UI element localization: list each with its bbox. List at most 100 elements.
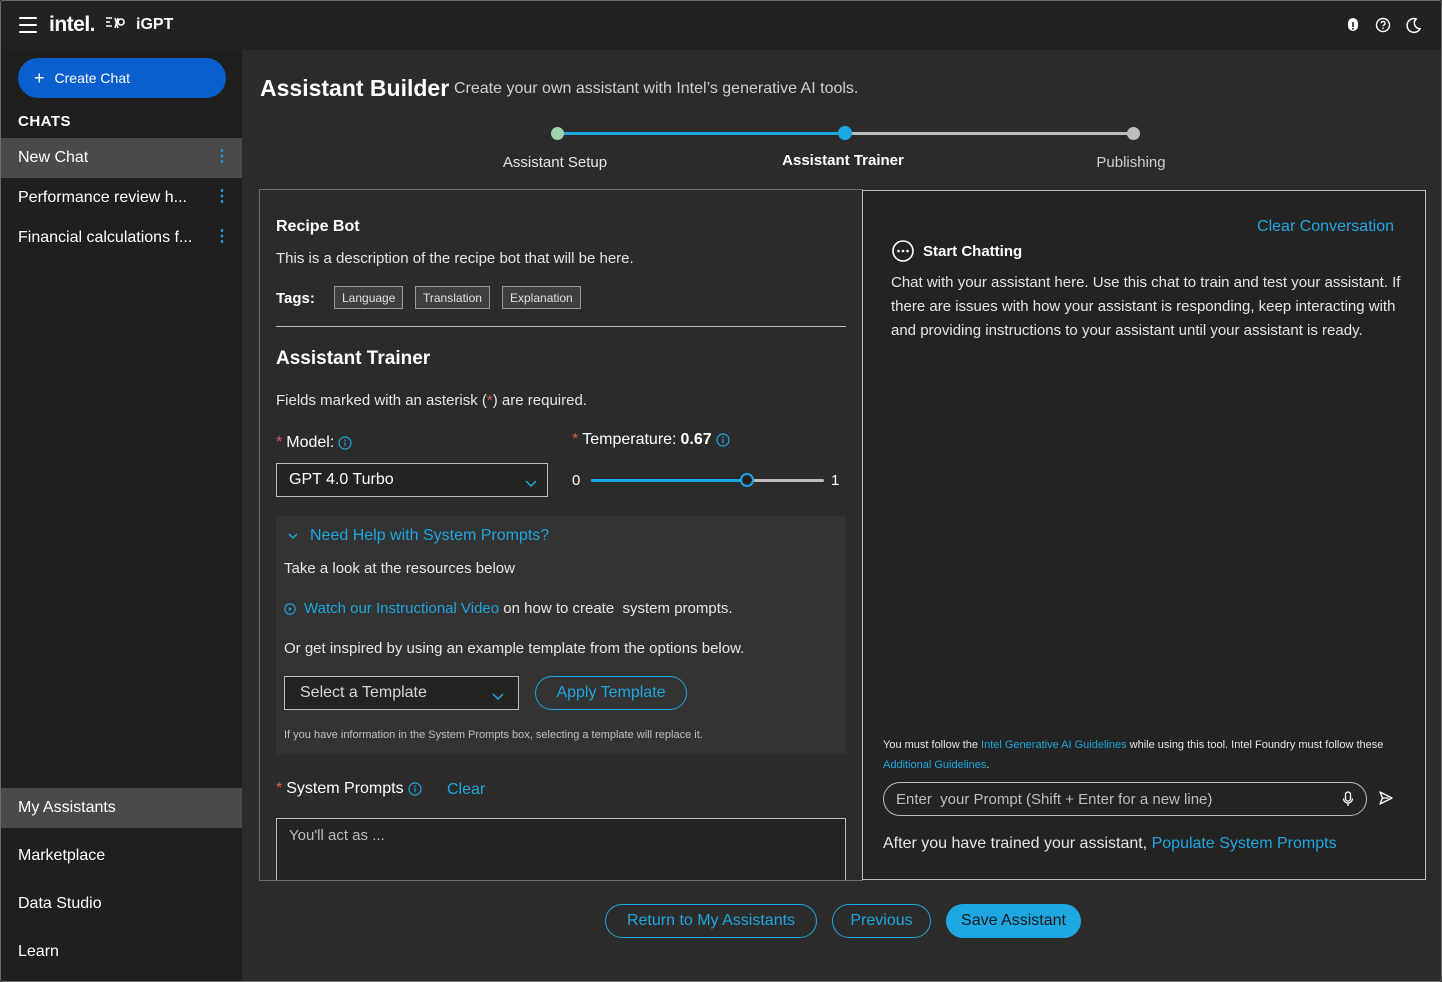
start-chatting-label: Start Chatting (923, 242, 1023, 260)
create-chat-label: Create Chat (54, 70, 130, 86)
guidelines-note: You must follow the Intel Generative AI … (883, 735, 1403, 775)
gen-ai-mark-icon (104, 16, 126, 33)
chat-panel: Clear Conversation Start Chatting Chat w… (862, 190, 1426, 880)
tag-translation: Translation (415, 286, 490, 309)
product-name: iGPT (136, 16, 174, 33)
step-label-setup[interactable]: Assistant Setup (455, 154, 655, 171)
info-icon[interactable] (716, 433, 730, 447)
chat-item-new-chat[interactable]: New Chat ⋮ (1, 138, 242, 178)
prompt-placeholder: Enter your Prompt (Shift + Enter for a n… (896, 790, 1213, 808)
step-dot-upcoming (1127, 127, 1140, 140)
ai-guidelines-link[interactable]: Intel Generative AI Guidelines (981, 739, 1127, 751)
temperature-value: 0.67 (680, 431, 712, 448)
chats-heading: CHATS (18, 113, 72, 130)
plus-icon: + (34, 68, 45, 88)
guidelines-prefix: You must follow the (883, 739, 982, 751)
chat-item-financial-calculations[interactable]: Financial calculations f... ⋮ (1, 218, 242, 258)
temperature-slider[interactable] (591, 473, 824, 487)
dark-mode-icon[interactable] (1403, 15, 1423, 35)
create-chat-button[interactable]: + Create Chat (18, 58, 226, 98)
bot-description: This is a description of the recipe bot … (276, 250, 634, 267)
template-select[interactable]: Select a Template (284, 676, 519, 710)
system-prompts-textarea[interactable]: You'll act as ... (276, 818, 846, 880)
help-toggle[interactable]: Need Help with System Prompts? (288, 527, 549, 545)
send-icon[interactable] (1378, 790, 1394, 811)
microphone-icon[interactable] (1342, 791, 1354, 811)
slider-fill (591, 479, 748, 482)
chevron-down-icon (525, 475, 537, 493)
stepper-line-upcoming (849, 132, 1129, 135)
nav-learn[interactable]: Learn (1, 932, 242, 972)
slider-max: 1 (831, 472, 840, 489)
more-options-icon[interactable]: ⋮ (214, 149, 230, 165)
return-to-my-assistants-button[interactable]: Return to My Assistants (605, 904, 817, 938)
step-dot-current (838, 126, 852, 140)
step-dot-complete (551, 127, 564, 140)
more-options-icon[interactable]: ⋮ (214, 229, 230, 245)
top-bar: intel. iGPT (1, 1, 1441, 50)
required-asterisk: * (276, 434, 283, 451)
play-circle-icon (284, 602, 296, 615)
chat-description: Chat with your assistant here. Use this … (891, 274, 1401, 339)
help-intro: Take a look at the resources below (284, 560, 515, 577)
nav-data-studio[interactable]: Data Studio (1, 884, 242, 924)
slider-thumb[interactable] (740, 473, 755, 487)
help-template-line: Or get inspired by using an example temp… (284, 640, 745, 657)
help-icon[interactable] (1373, 15, 1393, 35)
more-options-icon[interactable]: ⋮ (214, 189, 230, 205)
step-label-publishing[interactable]: Publishing (1031, 154, 1231, 171)
required-note: Fields marked with an asterisk (*) are r… (276, 392, 587, 409)
instructional-video-link[interactable]: Watch our Instructional Video (304, 600, 499, 617)
model-select[interactable]: GPT 4.0 Turbo (276, 463, 548, 497)
previous-button[interactable]: Previous (832, 904, 931, 938)
temperature-label: * Temperature: 0.67 (572, 431, 730, 449)
intel-logo: intel. (49, 13, 96, 36)
page-subtitle: Create your own assistant with Intel’s g… (454, 80, 859, 97)
app-window: intel. iGPT + Create Chat CHATS New Chat… (0, 0, 1442, 982)
help-video-line: Watch our Instructional Video on how to … (284, 600, 733, 617)
save-assistant-button[interactable]: Save Assistant (946, 904, 1081, 938)
chevron-down-icon (492, 688, 504, 706)
info-icon[interactable] (407, 782, 422, 796)
chevron-down-icon (288, 527, 298, 545)
stepper-line-complete (561, 132, 841, 135)
required-asterisk: * (572, 431, 579, 448)
slider-min: 0 (572, 472, 581, 489)
help-toggle-label: Need Help with System Prompts? (310, 527, 550, 544)
step-label-trainer[interactable]: Assistant Trainer (743, 152, 943, 169)
chat-item-performance-review[interactable]: Performance review h... ⋮ (1, 178, 242, 218)
temperature-label-text: Temperature: (582, 431, 677, 448)
nav-my-assistants[interactable]: My Assistants (1, 788, 242, 828)
tag-explanation: Explanation (502, 286, 581, 309)
menu-icon[interactable] (19, 17, 37, 33)
start-chatting-heading: Start Chatting (891, 239, 1022, 263)
system-prompt-help: Need Help with System Prompts? Take a lo… (276, 516, 846, 754)
chat-item-label: Performance review h... (18, 189, 187, 206)
chat-bubble-icon (891, 239, 915, 263)
nav-marketplace[interactable]: Marketplace (1, 836, 242, 876)
bug-report-icon[interactable] (1343, 15, 1363, 35)
system-prompts-label: * System Prompts (276, 780, 422, 798)
divider (276, 326, 846, 327)
model-select-value: GPT 4.0 Turbo (289, 471, 394, 488)
guidelines-mid: while using this tool. Intel Foundry mus… (1126, 739, 1384, 751)
tags-label: Tags: (276, 290, 315, 307)
info-icon[interactable] (338, 436, 352, 450)
clear-system-prompts-button[interactable]: Clear (447, 781, 485, 799)
model-label-text: Model: (286, 434, 335, 451)
populate-system-prompts-link[interactable]: Populate System Prompts (1152, 835, 1337, 852)
template-select-placeholder: Select a Template (300, 684, 427, 701)
template-note: If you have information in the System Pr… (284, 729, 703, 741)
section-title: Assistant Trainer (276, 348, 431, 369)
help-video-suffix: on how to create system prompts. (499, 600, 733, 617)
additional-guidelines-link[interactable]: Additional Guidelines (883, 759, 986, 771)
prompt-input[interactable]: Enter your Prompt (Shift + Enter for a n… (883, 782, 1367, 816)
populate-line: After you have trained your assistant, P… (883, 835, 1337, 853)
guidelines-suffix: . (986, 759, 990, 771)
system-prompts-label-text: System Prompts (286, 780, 404, 797)
bot-name: Recipe Bot (276, 218, 360, 235)
populate-prefix: After you have trained your assistant, (883, 835, 1152, 852)
sidebar: + Create Chat CHATS New Chat ⋮ Performan… (1, 50, 242, 981)
apply-template-button[interactable]: Apply Template (535, 676, 687, 710)
clear-conversation-button[interactable]: Clear Conversation (1257, 218, 1394, 236)
